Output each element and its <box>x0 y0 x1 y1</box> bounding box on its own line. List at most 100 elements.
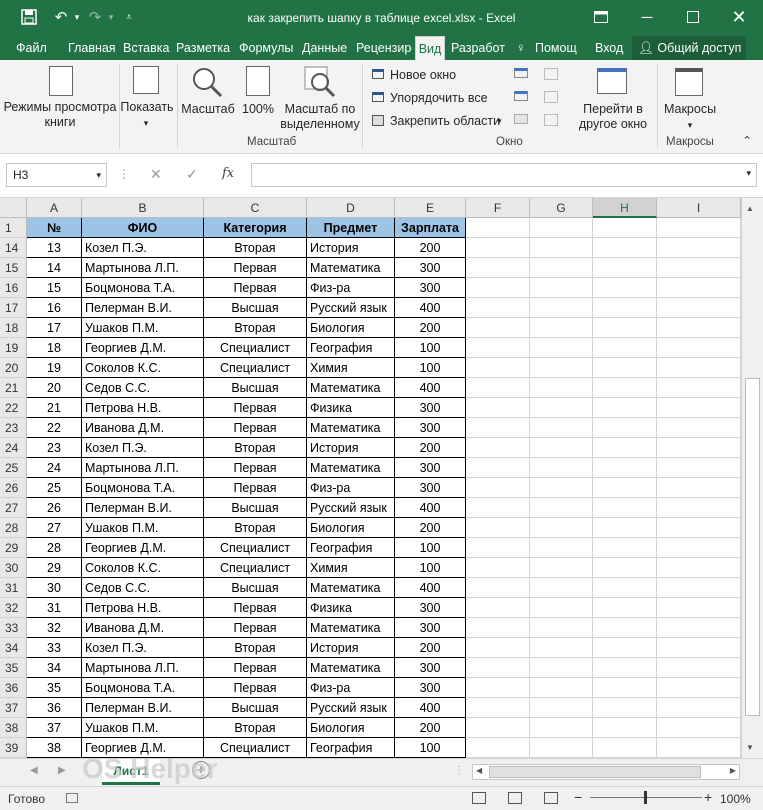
empty-cell[interactable] <box>530 698 593 718</box>
table-cell[interactable]: Козел П.Э. <box>82 238 204 258</box>
table-cell[interactable]: Специалист <box>204 358 307 378</box>
table-cell[interactable]: Соколов К.С. <box>82 358 204 378</box>
empty-cell[interactable] <box>466 258 530 278</box>
empty-cell[interactable] <box>657 238 741 258</box>
table-cell[interactable]: История <box>307 238 395 258</box>
empty-cell[interactable] <box>530 538 593 558</box>
synchronous-scrolling-icon[interactable] <box>544 91 558 103</box>
unhide-window-icon[interactable] <box>514 114 528 124</box>
column-header[interactable]: D <box>307 198 395 218</box>
empty-cell[interactable] <box>530 578 593 598</box>
empty-cell[interactable] <box>593 578 657 598</box>
row-header[interactable]: 1 <box>0 218 27 238</box>
macro-record-icon[interactable] <box>66 793 78 803</box>
table-cell[interactable]: 28 <box>27 538 82 558</box>
scroll-left-icon[interactable]: ◀ <box>476 766 482 775</box>
freeze-panes-button[interactable]: Закрепить области ▾ <box>372 112 506 130</box>
empty-cell[interactable] <box>466 278 530 298</box>
table-cell[interactable]: 24 <box>27 458 82 478</box>
select-all-corner[interactable] <box>0 198 27 218</box>
table-cell[interactable]: Первая <box>204 398 307 418</box>
table-cell[interactable]: Мартынова Л.П. <box>82 458 204 478</box>
hide-window-icon[interactable] <box>514 91 528 101</box>
table-cell[interactable]: Первая <box>204 418 307 438</box>
table-cell[interactable]: Математика <box>307 378 395 398</box>
empty-cell[interactable] <box>657 738 741 758</box>
table-cell[interactable]: География <box>307 338 395 358</box>
table-cell[interactable]: 300 <box>395 618 466 638</box>
empty-cell[interactable] <box>530 298 593 318</box>
table-cell[interactable]: 37 <box>27 718 82 738</box>
table-cell[interactable]: Пелерман В.И. <box>82 698 204 718</box>
empty-cell[interactable] <box>466 298 530 318</box>
table-cell[interactable]: Пелерман В.И. <box>82 498 204 518</box>
empty-cell[interactable] <box>466 518 530 538</box>
empty-cell[interactable] <box>657 378 741 398</box>
tab-home[interactable]: Главная <box>68 36 118 60</box>
table-cell[interactable]: Специалист <box>204 558 307 578</box>
row-header[interactable]: 21 <box>0 378 27 398</box>
tab-tell-me[interactable]: Помощ <box>535 36 585 60</box>
empty-cell[interactable] <box>466 558 530 578</box>
close-icon[interactable]: ✕ <box>728 6 750 28</box>
empty-cell[interactable] <box>593 238 657 258</box>
empty-cell[interactable] <box>593 658 657 678</box>
empty-cell[interactable] <box>593 438 657 458</box>
scroll-right-icon[interactable]: ▶ <box>730 766 736 775</box>
row-header[interactable]: 17 <box>0 298 27 318</box>
table-cell[interactable]: 400 <box>395 698 466 718</box>
empty-cell[interactable] <box>466 378 530 398</box>
empty-cell[interactable] <box>593 278 657 298</box>
empty-cell[interactable] <box>657 638 741 658</box>
table-cell[interactable]: 17 <box>27 318 82 338</box>
table-cell[interactable]: География <box>307 538 395 558</box>
table-cell[interactable]: История <box>307 638 395 658</box>
tab-insert[interactable]: Вставка <box>123 36 171 60</box>
table-cell[interactable]: 200 <box>395 638 466 658</box>
table-cell[interactable]: Русский язык <box>307 698 395 718</box>
table-cell[interactable]: Специалист <box>204 738 307 758</box>
share-button[interactable]: 👤︎ Общий доступ <box>632 36 746 60</box>
empty-cell[interactable] <box>593 538 657 558</box>
empty-cell[interactable] <box>657 258 741 278</box>
table-cell[interactable]: Вторая <box>204 438 307 458</box>
column-header[interactable]: H <box>593 198 657 218</box>
row-header[interactable]: 23 <box>0 418 27 438</box>
table-cell[interactable]: 29 <box>27 558 82 578</box>
empty-cell[interactable] <box>530 278 593 298</box>
empty-cell[interactable] <box>466 718 530 738</box>
tab-sign-in[interactable]: Вход <box>595 36 627 60</box>
empty-cell[interactable] <box>593 718 657 738</box>
tab-file[interactable]: Файл <box>16 36 48 60</box>
next-sheet-icon[interactable]: ▶ <box>58 765 66 776</box>
empty-cell[interactable] <box>657 298 741 318</box>
table-cell[interactable]: 100 <box>395 338 466 358</box>
empty-cell[interactable] <box>466 538 530 558</box>
empty-cell[interactable] <box>530 358 593 378</box>
table-cell[interactable]: География <box>307 738 395 758</box>
table-cell[interactable]: 200 <box>395 718 466 738</box>
table-cell[interactable]: Биология <box>307 518 395 538</box>
row-header[interactable]: 29 <box>0 538 27 558</box>
lightbulb-icon[interactable]: ♀ <box>516 36 532 60</box>
table-cell[interactable]: 400 <box>395 578 466 598</box>
table-cell[interactable]: Русский язык <box>307 298 395 318</box>
table-cell[interactable]: 300 <box>395 598 466 618</box>
zoom-level[interactable]: 100% <box>720 792 751 806</box>
empty-cell[interactable] <box>466 658 530 678</box>
table-cell[interactable]: 14 <box>27 258 82 278</box>
table-cell[interactable]: 25 <box>27 478 82 498</box>
table-cell[interactable]: 19 <box>27 358 82 378</box>
enter-icon[interactable]: ✓ <box>186 166 198 183</box>
table-cell[interactable]: Петрова Н.В. <box>82 398 204 418</box>
table-cell[interactable]: История <box>307 438 395 458</box>
empty-cell[interactable] <box>657 338 741 358</box>
table-cell[interactable]: 13 <box>27 238 82 258</box>
table-cell[interactable]: Математика <box>307 578 395 598</box>
table-cell[interactable]: Мартынова Л.П. <box>82 658 204 678</box>
empty-cell[interactable] <box>530 718 593 738</box>
scroll-up-icon[interactable]: ▲ <box>746 204 754 213</box>
table-cell[interactable]: 23 <box>27 438 82 458</box>
empty-cell[interactable] <box>593 458 657 478</box>
row-header[interactable]: 19 <box>0 338 27 358</box>
